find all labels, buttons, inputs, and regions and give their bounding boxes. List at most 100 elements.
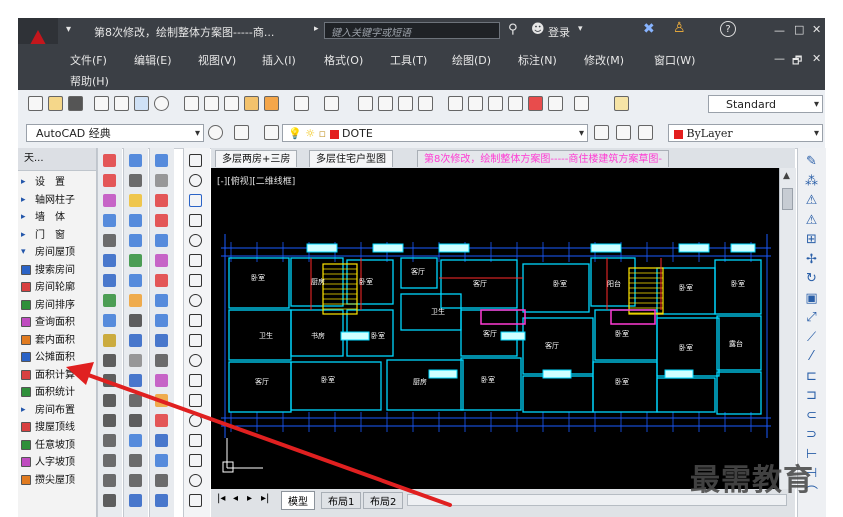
layer-state-icon[interactable] <box>264 125 279 140</box>
workspace-select[interactable]: AutoCAD 经典 <box>26 124 204 143</box>
tab-layout1[interactable]: 布局1 <box>321 492 362 509</box>
tool-icon[interactable] <box>129 194 142 207</box>
tab-model[interactable]: 模型 <box>281 491 315 510</box>
tool-icon[interactable] <box>155 394 168 407</box>
tool-icon[interactable] <box>189 394 202 407</box>
save-icon[interactable] <box>68 96 83 111</box>
new-icon[interactable] <box>28 96 43 111</box>
tool-icon[interactable] <box>189 294 202 307</box>
tool-icon[interactable] <box>103 194 116 207</box>
tool-icon[interactable] <box>189 194 202 207</box>
vertical-scrollbar[interactable]: ▲ <box>779 168 796 489</box>
help-button[interactable]: ? <box>720 21 736 37</box>
doc-close-button[interactable]: ✕ <box>812 52 821 65</box>
tool-palettes-icon[interactable] <box>488 96 503 111</box>
calculator-icon[interactable] <box>548 96 563 111</box>
nav-prev-button[interactable]: ◂ <box>233 493 238 504</box>
exchange-icon[interactable]: ✖ <box>643 21 655 37</box>
tool-icon[interactable] <box>103 394 116 407</box>
panel-item[interactable]: 公摊面积 <box>21 351 75 365</box>
tool-icon[interactable] <box>103 334 116 347</box>
modify-tool-icon[interactable]: ⊏ <box>804 369 819 384</box>
tool-icon[interactable] <box>103 454 116 467</box>
tool-icon[interactable] <box>103 414 116 427</box>
tool-icon[interactable] <box>103 274 116 287</box>
nav-next-button[interactable]: ▸ <box>247 493 252 504</box>
tool-icon[interactable] <box>155 174 168 187</box>
modify-tool-icon[interactable]: ⚠ <box>804 193 819 208</box>
drawing-tab-2[interactable]: 多层住宅户型图 <box>309 150 393 167</box>
undo-icon[interactable] <box>294 96 309 111</box>
text-style-icon[interactable] <box>614 96 629 111</box>
text-style-select[interactable]: Standard <box>708 95 823 114</box>
tool-icon[interactable] <box>129 434 142 447</box>
tool-icon[interactable] <box>155 474 168 487</box>
panel-item[interactable]: 房间排序 <box>21 299 75 313</box>
tool-icon[interactable] <box>155 234 168 247</box>
tool-icon[interactable] <box>189 154 202 167</box>
tool-icon[interactable] <box>189 454 202 467</box>
properties-icon[interactable] <box>448 96 463 111</box>
help-icon[interactable] <box>574 96 589 111</box>
modify-tool-icon[interactable]: ⊞ <box>804 232 819 247</box>
menu-insert[interactable]: 插入(I) <box>262 52 296 68</box>
drawing-tab-1[interactable]: 多层两房+三房 <box>215 150 298 167</box>
drawing-tab-active[interactable]: 第8次修改，绘制整体方案图-----商住楼建筑方案草图- <box>417 150 670 167</box>
tool-icon[interactable] <box>129 454 142 467</box>
tool-icon[interactable] <box>155 254 168 267</box>
panel-item[interactable]: 房间轮廓 <box>21 281 75 295</box>
workspace-settings-icon[interactable] <box>208 125 223 140</box>
tool-icon[interactable] <box>155 154 168 167</box>
tool-icon[interactable] <box>155 214 168 227</box>
tool-icon[interactable] <box>129 394 142 407</box>
menu-view[interactable]: 视图(V) <box>198 52 236 68</box>
tool-icon[interactable] <box>155 454 168 467</box>
tool-icon[interactable] <box>189 474 202 487</box>
tool-icon[interactable] <box>103 174 116 187</box>
tool-icon[interactable] <box>189 314 202 327</box>
3d-dwf-icon[interactable] <box>154 96 169 111</box>
tool-icon[interactable] <box>129 174 142 187</box>
panel-item[interactable]: 套内面积 <box>21 334 75 348</box>
pan-icon[interactable] <box>358 96 373 111</box>
tool-icon[interactable] <box>155 374 168 387</box>
scroll-thumb[interactable] <box>782 188 793 210</box>
minimize-button[interactable]: — <box>774 24 785 37</box>
tool-icon[interactable] <box>155 314 168 327</box>
menu-modify[interactable]: 修改(M) <box>584 52 624 68</box>
tool-icon[interactable] <box>189 214 202 227</box>
modify-tool-icon[interactable]: ⊂ <box>804 408 819 423</box>
cut-icon[interactable] <box>184 96 199 111</box>
make-current-layer-icon[interactable] <box>594 125 609 140</box>
tool-icon[interactable] <box>155 334 168 347</box>
menu-file[interactable]: 文件(F) <box>70 52 107 68</box>
panel-item[interactable]: 攒尖屋顶 <box>21 474 75 488</box>
sheet-set-icon[interactable] <box>508 96 523 111</box>
tool-icon[interactable] <box>155 494 168 507</box>
menu-window[interactable]: 窗口(W) <box>654 52 695 68</box>
autodesk-360-icon[interactable]: ♙ <box>673 20 686 36</box>
doc-restore-button[interactable]: 🗗 <box>792 52 802 71</box>
tool-icon[interactable] <box>103 474 116 487</box>
panel-item[interactable]: 任意坡顶 <box>21 439 75 453</box>
nav-first-button[interactable]: |◂ <box>217 493 225 504</box>
menu-tools[interactable]: 工具(T) <box>390 52 427 68</box>
panel-item[interactable]: 搜屋顶线 <box>21 421 75 435</box>
tool-icon[interactable] <box>103 434 116 447</box>
print-icon[interactable] <box>94 96 109 111</box>
tool-icon[interactable] <box>103 354 116 367</box>
tool-icon[interactable] <box>129 274 142 287</box>
tool-icon[interactable] <box>189 494 202 507</box>
tool-icon[interactable] <box>155 274 168 287</box>
modify-tool-icon[interactable]: ↻ <box>804 271 819 286</box>
copy-icon[interactable] <box>204 96 219 111</box>
maximize-button[interactable]: □ <box>794 23 804 36</box>
tool-icon[interactable] <box>189 434 202 447</box>
tool-icon[interactable] <box>103 314 116 327</box>
panel-item[interactable]: ▾ 房间屋顶 <box>21 246 75 260</box>
tool-icon[interactable] <box>129 314 142 327</box>
menu-dimension[interactable]: 标注(N) <box>518 52 557 68</box>
tool-icon[interactable] <box>103 214 116 227</box>
layer-walk-icon[interactable] <box>638 125 653 140</box>
scroll-up-icon[interactable]: ▲ <box>783 171 790 181</box>
